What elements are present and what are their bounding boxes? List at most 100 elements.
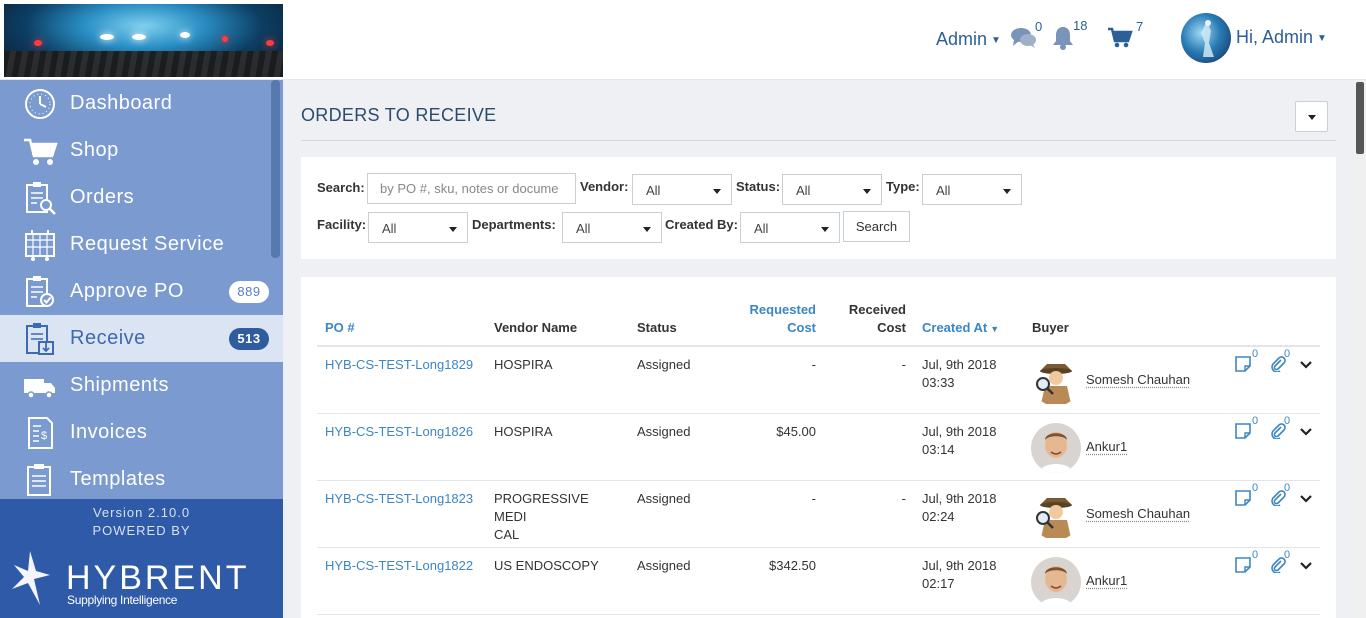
chevron-down-icon[interactable] — [1299, 561, 1313, 571]
departments-select[interactable]: All — [562, 212, 662, 243]
page-actions-dropdown[interactable] — [1295, 101, 1328, 132]
created-date: Jul, 9th 2018 — [922, 424, 997, 439]
po-link[interactable]: HYB-CS-TEST-Long1822 — [325, 557, 473, 575]
note-icon[interactable] — [1235, 423, 1251, 439]
sidebar-item-approve-po[interactable]: Approve PO 889 — [0, 268, 283, 315]
header-line: Cost — [787, 320, 816, 335]
clipboard-receive-icon — [26, 323, 54, 355]
created-at: Jul, 9th 2018 02:17 — [922, 557, 996, 593]
sidebar-item-label: Request Service — [70, 233, 225, 255]
search-label: Search: — [317, 180, 365, 195]
sidebar-item-label: Orders — [70, 186, 135, 208]
vendor-name[interactable]: HOSPIRA — [494, 423, 619, 441]
header-label: Created At — [922, 320, 988, 335]
po-link[interactable]: HYB-CS-TEST-Long1823 — [325, 490, 473, 508]
powered-by-label: POWERED BY — [92, 523, 191, 538]
sidebar-item-templates[interactable]: Templates — [0, 456, 283, 503]
attachments-count: 0 — [1284, 348, 1291, 360]
chat-bubbles-icon[interactable] — [1011, 27, 1037, 49]
sidebar-item-shop[interactable]: Shop — [0, 127, 283, 174]
po-link[interactable]: HYB-CS-TEST-Long1829 — [325, 356, 473, 374]
admin-menu-label: Admin — [936, 29, 988, 49]
header-line: Received — [848, 302, 906, 317]
vendor-name[interactable]: PROGRESSIVE MEDI CAL — [494, 490, 619, 544]
clock-icon — [25, 89, 55, 119]
status-label: Status: — [736, 179, 781, 194]
company-banner-image[interactable] — [4, 4, 283, 77]
sidebar-item-orders[interactable]: Orders — [0, 174, 283, 221]
received-cost: - — [901, 491, 906, 506]
note-icon[interactable] — [1235, 557, 1251, 573]
notes-count: 0 — [1252, 549, 1259, 561]
buyer-name[interactable]: Somesh Chauhan — [1086, 505, 1190, 523]
shopping-cart-icon[interactable] — [1107, 27, 1133, 49]
vendor-line: CAL — [494, 527, 520, 542]
filter-panel: Search: by PO #, sku, notes or docume Ve… — [301, 157, 1336, 259]
header-line: Cost — [877, 320, 906, 335]
sidebar-item-invoices[interactable]: $ Invoices — [0, 409, 283, 456]
sidebar-scrollbar[interactable] — [271, 80, 280, 258]
user-avatar[interactable] — [1181, 13, 1231, 63]
buyer-name[interactable]: Ankur1 — [1086, 438, 1127, 456]
table-row[interactable]: HYB-CS-TEST-Long1822 US ENDOSCOPY Assign… — [317, 548, 1320, 615]
created-by-select[interactable]: All — [740, 212, 840, 243]
search-input[interactable]: by PO #, sku, notes or docume — [367, 173, 576, 204]
departments-label: Departments: — [472, 217, 556, 232]
note-icon[interactable] — [1235, 490, 1251, 506]
vendor-line: HOSPIRA — [494, 357, 553, 372]
note-icon[interactable] — [1235, 356, 1251, 372]
invoice-icon: $ — [28, 417, 53, 449]
table-row[interactable]: HYB-CS-TEST-Long1823 PROGRESSIVE MEDI CA… — [317, 481, 1320, 548]
user-menu[interactable]: Hi, Admin ▼ — [1236, 27, 1327, 48]
sort-desc-icon: ▼ — [990, 324, 1000, 334]
vendor-select[interactable]: All — [632, 174, 732, 205]
chevron-down-icon[interactable] — [1299, 360, 1313, 370]
truck-icon — [24, 379, 55, 399]
top-header: Admin ▼ 0 18 7 Hi, Admin ▼ — [0, 0, 1366, 80]
page-scrollbar[interactable] — [1354, 80, 1366, 618]
po-link[interactable]: HYB-CS-TEST-Long1826 — [325, 423, 473, 441]
created-time: 02:24 — [922, 509, 955, 524]
facility-select[interactable]: All — [368, 212, 468, 243]
scrollbar-thumb[interactable] — [1356, 82, 1364, 154]
buyer-name[interactable]: Somesh Chauhan — [1086, 371, 1190, 389]
column-header-requested-cost[interactable]: Requested Cost — [737, 301, 816, 337]
buyer-name[interactable]: Ankur1 — [1086, 572, 1127, 590]
requested-cost: $342.50 — [769, 558, 816, 573]
sidebar-item-receive[interactable]: Receive 513 — [0, 315, 283, 362]
created-time: 02:17 — [922, 576, 955, 591]
column-header-po[interactable]: PO # — [325, 319, 355, 337]
chevron-down-icon[interactable] — [1299, 494, 1313, 504]
buyer-avatar-photo — [1031, 557, 1081, 607]
status-text: Assigned — [637, 357, 691, 372]
calendar-cart-icon — [25, 230, 55, 261]
sidebar-item-dashboard[interactable]: Dashboard — [0, 80, 283, 127]
attachments-count: 0 — [1284, 415, 1291, 427]
search-button[interactable]: Search — [843, 211, 910, 242]
admin-menu[interactable]: Admin ▼ — [936, 29, 1001, 50]
bell-icon[interactable] — [1051, 25, 1075, 51]
notes-count: 0 — [1252, 415, 1259, 427]
status-select[interactable]: All — [782, 174, 882, 205]
sidebar-item-request-service[interactable]: Request Service — [0, 221, 283, 268]
sidebar-item-label: Dashboard — [70, 92, 173, 114]
chevron-down-icon[interactable] — [1299, 427, 1313, 437]
sidebar-item-label: Templates — [70, 468, 166, 490]
title-divider — [301, 140, 1336, 141]
table-row[interactable]: HYB-CS-TEST-Long1829 HOSPIRA Assigned - … — [317, 347, 1320, 414]
brand-tagline: Supplying Intelligence — [67, 593, 178, 607]
created-date: Jul, 9th 2018 — [922, 357, 997, 372]
table-row[interactable]: HYB-CS-TEST-Long1826 HOSPIRA Assigned $4… — [317, 414, 1320, 481]
buyer-avatar-detective — [1031, 356, 1081, 406]
attachments-count: 0 — [1284, 549, 1291, 561]
type-select[interactable]: All — [922, 174, 1022, 205]
sidebar-item-label: Shipments — [70, 374, 169, 396]
column-header-created-at[interactable]: Created At ▼ — [922, 319, 999, 338]
buyer-avatar-detective — [1031, 490, 1081, 540]
clipboard-list-icon — [27, 464, 51, 496]
vendor-name[interactable]: US ENDOSCOPY — [494, 557, 619, 575]
page-title: ORDERS TO RECEIVE — [301, 105, 497, 125]
cart-icon — [24, 138, 58, 165]
sidebar-item-shipments[interactable]: Shipments — [0, 362, 283, 409]
vendor-name[interactable]: HOSPIRA — [494, 356, 619, 374]
